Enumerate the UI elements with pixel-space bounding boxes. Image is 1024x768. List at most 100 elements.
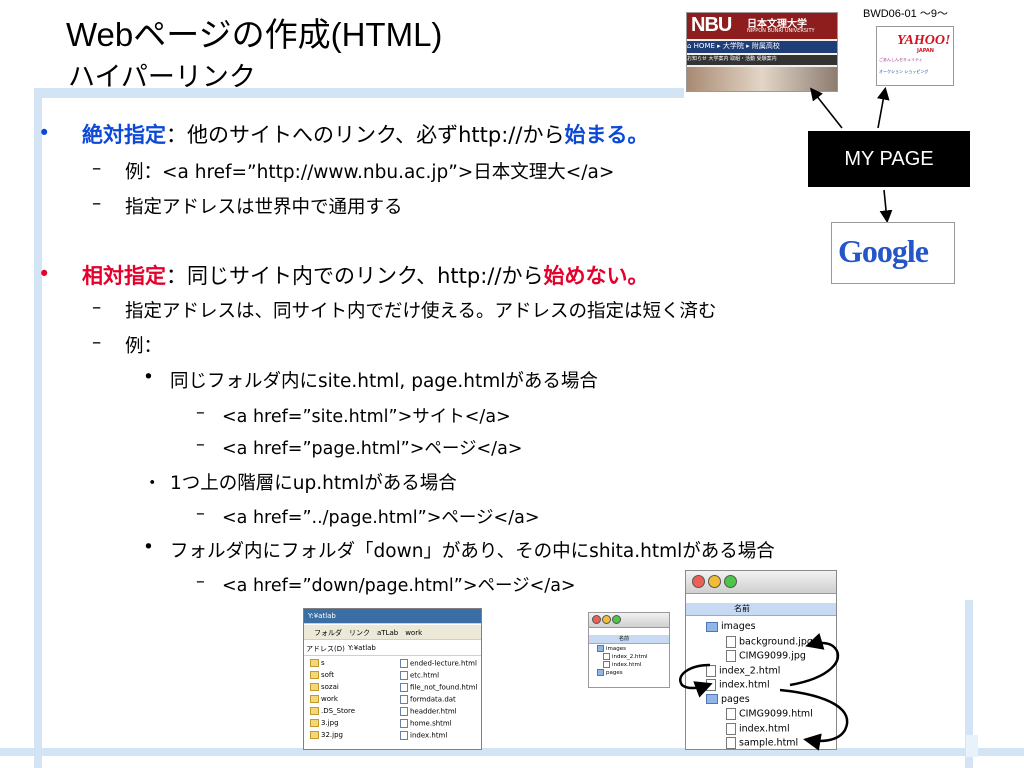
file-name: etc.html — [410, 671, 440, 680]
sub-bullet: ・ — [143, 473, 162, 494]
file-name: index.html — [410, 731, 448, 740]
finder-small-header: 名前 — [589, 635, 669, 644]
absolute-note: 指定アドレスは世界中で通用する — [125, 197, 403, 218]
absolute-text: ：他のサイトへのリンク、必ずhttp://から — [166, 123, 565, 147]
finder-item-name: index.html — [612, 662, 642, 668]
minimize-icon — [602, 615, 611, 624]
close-icon — [692, 575, 705, 588]
file-item: 32.jpg — [310, 731, 343, 739]
case-parent-folder-example: <a href=”../page.html”>ページ</a> — [222, 508, 540, 528]
finder-large-titlebar — [686, 571, 836, 594]
file-item: ended-lecture.html — [400, 659, 477, 668]
relative-keyword: 相対指定 — [82, 264, 166, 288]
windows-explorer-screenshot: Y:¥atlab フォルダ リンク aTLab work アドレス(D) Y:¥… — [303, 608, 482, 750]
explorer-titlebar: Y:¥atlab — [304, 609, 481, 624]
absolute-example: 例：<a href=”http://www.nbu.ac.jp”>日本文理大</… — [125, 162, 615, 183]
relative-example-label: 例： — [125, 336, 163, 357]
explorer-path: Y:¥atlab — [308, 612, 336, 620]
google-logo: Google — [838, 233, 929, 270]
explorer-toolbar-text: フォルダ リンク aTLab work — [314, 629, 423, 637]
finder-small-header-label: 名前 — [619, 636, 630, 642]
file-name: s — [321, 659, 325, 667]
arrow-index2-to-index — [679, 663, 713, 698]
bullet-dot: • — [38, 262, 51, 286]
bullet-marker: • — [38, 121, 50, 145]
case-same-folder-example-2: <a href=”page.html”>ページ</a> — [222, 439, 523, 459]
google-site-thumbnail: Google — [831, 222, 955, 284]
nbu-logo: NBU — [691, 14, 732, 36]
file-icon — [400, 719, 408, 728]
nbu-nav: ⌂ HOME ▸ 大学院 ▸ 附属高校 — [687, 41, 837, 53]
explorer-address-label: アドレス(D) — [306, 645, 345, 653]
file-item: etc.html — [400, 671, 439, 680]
absolute-spec-line: 絶対指定：他のサイトへのリンク、必ずhttp://から始まる。 — [82, 119, 648, 149]
frame-corner — [966, 735, 978, 757]
yahoo-logo: YAHOO! — [897, 33, 951, 48]
finder-item: index_2.html — [603, 653, 648, 660]
file-item: work — [310, 695, 338, 703]
file-icon — [603, 661, 610, 668]
finder-item: index.html — [603, 661, 641, 668]
file-name: ended-lecture.html — [410, 659, 477, 668]
google-logo-text: Google — [838, 233, 929, 269]
bullet-dot: • — [38, 121, 51, 145]
relative-emphasis: 始めない。 — [543, 264, 649, 288]
finder-item: pages — [597, 669, 623, 676]
dash-marker: – — [92, 297, 102, 318]
sub-bullet: • — [143, 537, 154, 558]
nbu-header: NBU 日本文理大学 NIPPON BUNRI UNIVERSITY — [687, 13, 837, 39]
yahoo-japan-label: JAPAN — [917, 48, 934, 54]
folder-icon — [310, 707, 319, 715]
arrow-index-to-sample — [779, 688, 849, 751]
file-item: headder.html — [400, 707, 457, 716]
slide-title: Webページの作成(HTML) — [66, 16, 443, 53]
mypage-box: MY PAGE — [808, 131, 970, 187]
absolute-emphasis: 始まる。 — [564, 123, 649, 147]
file-name: soft — [321, 671, 335, 679]
case-parent-folder: 1つ上の階層にup.htmlがある場合 — [170, 473, 457, 494]
file-item: sozai — [310, 683, 339, 691]
file-name: 32.jpg — [321, 731, 343, 739]
file-name: headder.html — [410, 707, 457, 716]
case-same-folder-example-1: <a href=”site.html”>サイト</a> — [222, 407, 511, 427]
finder-item-name: index_2.html — [612, 654, 648, 660]
frame-left-bar — [34, 88, 42, 768]
zoom-icon — [724, 575, 737, 588]
file-item: .DS_Store — [310, 707, 355, 715]
folder-icon — [310, 659, 319, 667]
slide-subtitle: ハイパーリンク — [68, 62, 256, 93]
file-item: s — [310, 659, 325, 667]
folder-icon — [310, 683, 319, 691]
explorer-toolbar: フォルダ リンク aTLab work — [304, 625, 481, 640]
file-item: index.html — [400, 731, 447, 740]
file-name: formdata.dat — [410, 695, 456, 704]
sub-bullet: • — [143, 367, 154, 388]
file-item: soft — [310, 671, 334, 679]
finder-large-header: 名前 — [686, 603, 836, 616]
sub-dash: – — [196, 403, 205, 423]
sub-dash: – — [196, 435, 205, 455]
close-icon — [592, 615, 601, 624]
dash-marker: – — [92, 193, 102, 214]
file-item: 3.jpg — [310, 719, 339, 727]
finder-large-header-label: 名前 — [734, 604, 750, 613]
dash-marker: – — [92, 158, 102, 179]
arrow-to-nbu — [810, 87, 843, 129]
explorer-address-bar: アドレス(D) Y:¥atlab — [304, 641, 481, 656]
finder-item-name: images — [606, 646, 626, 652]
finder-item: images — [597, 645, 626, 652]
folder-icon — [310, 719, 319, 727]
file-icon — [400, 659, 408, 668]
folder-icon — [597, 645, 604, 652]
absolute-keyword: 絶対指定 — [82, 123, 166, 147]
file-name: .DS_Store — [321, 707, 356, 715]
folder-icon — [310, 671, 319, 679]
finder-small-titlebar — [589, 613, 669, 628]
file-icon — [400, 695, 408, 704]
folder-icon — [310, 731, 319, 739]
case-sub-folder: フォルダ内にフォルダ「down」があり、その中にshita.htmlがある場合 — [170, 541, 775, 562]
slide-tag: BWD06-01 ～9～ — [863, 8, 948, 20]
file-name: home.shtml — [410, 719, 452, 728]
relative-spec-line: 相対指定：同じサイト内でのリンク、http://から始めない。 — [82, 260, 648, 290]
relative-note: 指定アドレスは、同サイト内でだけ使える。アドレスの指定は短く済む — [125, 301, 717, 322]
